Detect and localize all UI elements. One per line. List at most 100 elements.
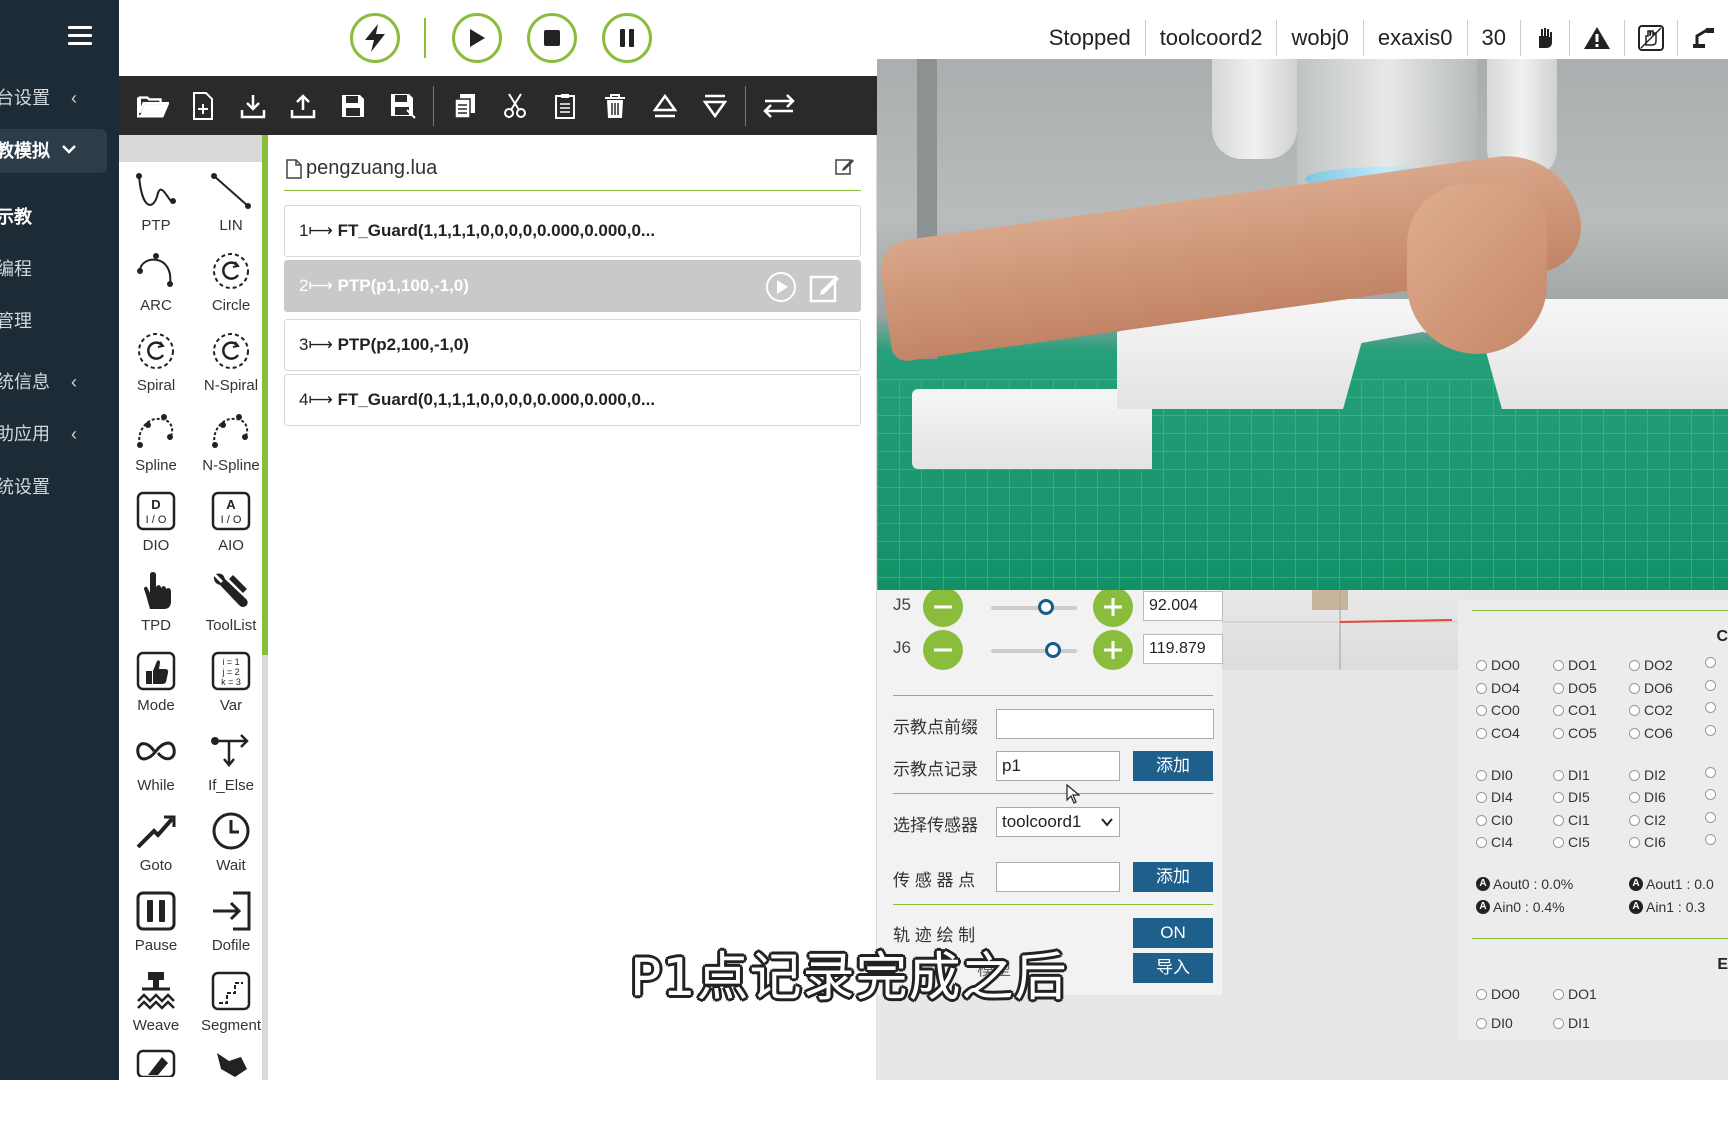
j5-value[interactable]: 92.004	[1143, 591, 1223, 621]
save-button[interactable]	[337, 90, 369, 122]
cmd-lin[interactable]: LIN	[194, 171, 268, 251]
cmd-var[interactable]: i = 1j = 2k = 3 Var	[194, 651, 268, 731]
j6-plus-button[interactable]	[1093, 630, 1133, 670]
cmd-next-1[interactable]	[119, 1047, 193, 1127]
sensor-point-input[interactable]	[996, 862, 1120, 892]
code-line-1[interactable]: 1⟼ FT_Guard(1,1,1,1,0,0,0,0,0.000,0.000,…	[284, 205, 861, 257]
io-co3[interactable]	[1705, 702, 1720, 713]
io-ci4[interactable]: CI4	[1476, 834, 1513, 850]
sidebar-item-8[interactable]: 统设置	[0, 465, 107, 509]
io-do2[interactable]: DO2	[1629, 657, 1673, 673]
sidebar-item-2[interactable]: 教模拟	[0, 129, 107, 173]
io-co2[interactable]: CO2	[1629, 702, 1673, 718]
new-file-button[interactable]	[187, 90, 219, 122]
pause-button[interactable]	[602, 13, 652, 63]
cmd-arc[interactable]: ARC	[119, 251, 193, 331]
io-co7[interactable]	[1705, 725, 1720, 736]
cmd-while[interactable]: While	[119, 731, 193, 811]
upload-button[interactable]	[287, 90, 319, 122]
io-ci2[interactable]: CI2	[1629, 812, 1666, 828]
end-io-di1[interactable]: DI1	[1553, 1015, 1590, 1031]
cmd-weave[interactable]: Weave	[119, 971, 193, 1051]
drag-mode-button[interactable]	[1625, 20, 1678, 56]
code-line-4[interactable]: 4⟼ FT_Guard(0,1,1,1,0,0,0,0,0.000,0.000,…	[284, 374, 861, 426]
cmd-circle[interactable]: Circle	[194, 251, 268, 331]
io-di4[interactable]: DI4	[1476, 789, 1513, 805]
menu-icon[interactable]	[68, 26, 92, 46]
run-button[interactable]	[452, 13, 502, 63]
sidebar-item-5[interactable]: 管理	[0, 299, 107, 343]
cmd-dio[interactable]: DI / O DIO	[119, 491, 193, 571]
speed-value[interactable]: 30	[1468, 20, 1521, 56]
io-ci0[interactable]: CI0	[1476, 812, 1513, 828]
sensor-select[interactable]: toolcoord1	[996, 807, 1120, 837]
io-co4[interactable]: CO4	[1476, 725, 1520, 741]
cut-button[interactable]	[499, 90, 531, 122]
io-co0[interactable]: CO0	[1476, 702, 1520, 718]
end-io-do0[interactable]: DO0	[1476, 986, 1520, 1002]
sidebar-item-6[interactable]: 统信息 ‹	[0, 360, 107, 404]
j5-minus-button[interactable]	[923, 587, 963, 627]
io-do3[interactable]	[1705, 657, 1720, 668]
io-do0[interactable]: DO0	[1476, 657, 1520, 673]
stop-button[interactable]	[527, 13, 577, 63]
io-di0[interactable]: DI0	[1476, 767, 1513, 783]
cmd-dofile[interactable]: Dofile	[194, 891, 268, 971]
tool-coord[interactable]: toolcoord2	[1146, 20, 1278, 56]
code-line-2[interactable]: 2⟼ PTP(p1,100,-1,0)	[284, 260, 861, 312]
switch-view-button[interactable]	[763, 90, 795, 122]
cmd-n-spline[interactable]: N-Spline	[194, 411, 268, 491]
paste-button[interactable]	[549, 90, 581, 122]
io-di1[interactable]: DI1	[1553, 767, 1590, 783]
copy-button[interactable]	[449, 90, 481, 122]
add-point-button[interactable]: 添加	[1133, 751, 1213, 781]
io-di5[interactable]: DI5	[1553, 789, 1590, 805]
move-up-button[interactable]	[649, 90, 681, 122]
cmd-aio[interactable]: AI / O AIO	[194, 491, 268, 571]
j5-plus-button[interactable]	[1093, 587, 1133, 627]
power-button[interactable]	[350, 13, 400, 63]
io-co1[interactable]: CO1	[1553, 702, 1597, 718]
robot-button[interactable]	[1678, 20, 1728, 56]
j5-slider[interactable]	[991, 606, 1077, 610]
sidebar-item-1[interactable]: 台设置 ‹	[0, 76, 107, 120]
j6-slider[interactable]	[991, 649, 1077, 653]
workobj-coord[interactable]: wobj0	[1277, 20, 1364, 56]
prefix-input[interactable]	[996, 709, 1214, 739]
io-di6[interactable]: DI6	[1629, 789, 1666, 805]
io-di2[interactable]: DI2	[1629, 767, 1666, 783]
cmd-toollist[interactable]: ToolList	[194, 571, 268, 651]
cmd-n-spiral[interactable]: N-Spiral	[194, 331, 268, 411]
io-do1[interactable]: DO1	[1553, 657, 1597, 673]
j6-slider-knob[interactable]	[1045, 642, 1061, 658]
hand-mode-button[interactable]	[1521, 20, 1570, 56]
open-folder-button[interactable]	[137, 90, 169, 122]
j6-minus-button[interactable]	[923, 630, 963, 670]
code-line-3[interactable]: 3⟼ PTP(p2,100,-1,0)	[284, 319, 861, 371]
record-input[interactable]: p1	[996, 751, 1120, 781]
3d-viewport[interactable]	[1222, 590, 1458, 670]
delete-button[interactable]	[599, 90, 631, 122]
trajectory-on-button[interactable]: ON	[1133, 918, 1213, 948]
warning-button[interactable]	[1570, 20, 1625, 56]
edit-line-icon[interactable]	[809, 271, 841, 303]
io-ci1[interactable]: CI1	[1553, 812, 1590, 828]
io-ci6[interactable]: CI6	[1629, 834, 1666, 850]
rename-icon[interactable]	[835, 157, 855, 175]
io-do5[interactable]: DO5	[1553, 680, 1597, 696]
io-ci7[interactable]	[1705, 834, 1720, 845]
save-as-button[interactable]	[387, 90, 419, 122]
io-do7[interactable]	[1705, 680, 1720, 691]
cmd-spline[interactable]: Spline	[119, 411, 193, 491]
sidebar-item-7[interactable]: 助应用 ‹	[0, 412, 107, 456]
io-co6[interactable]: CO6	[1629, 725, 1673, 741]
cmd-segment[interactable]: Segment	[194, 971, 268, 1051]
cmd-goto[interactable]: Goto	[119, 811, 193, 891]
sidebar-item-3[interactable]: 示教	[0, 195, 107, 239]
j6-value[interactable]: 119.879	[1143, 634, 1223, 664]
cmd-mode[interactable]: Mode	[119, 651, 193, 731]
download-button[interactable]	[237, 90, 269, 122]
io-do4[interactable]: DO4	[1476, 680, 1520, 696]
sidebar-item-4[interactable]: 编程	[0, 247, 107, 291]
io-di3[interactable]	[1705, 767, 1720, 778]
